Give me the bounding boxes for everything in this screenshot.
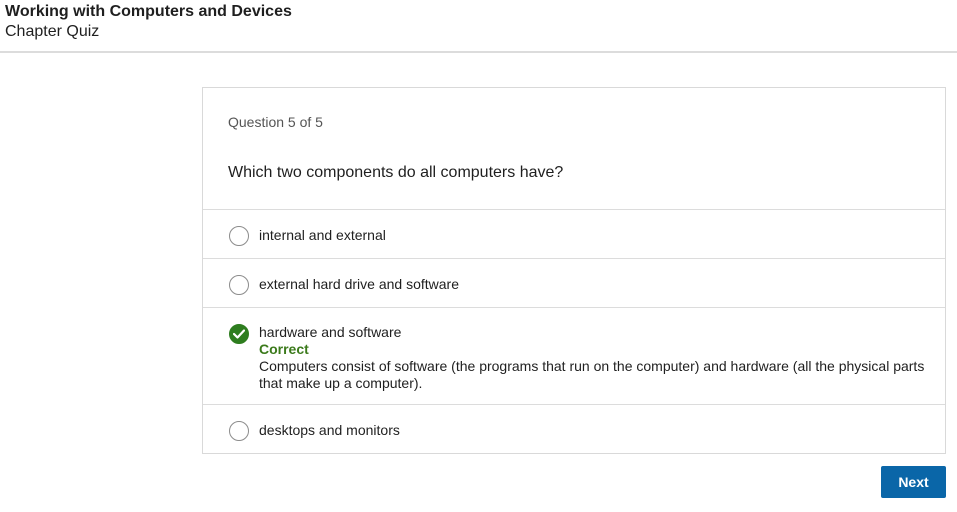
answer-option-1[interactable]: internal and external xyxy=(203,209,945,258)
page-header: Working with Computers and Devices Chapt… xyxy=(0,0,957,53)
course-title: Working with Computers and Devices xyxy=(5,3,292,20)
quiz-title: Chapter Quiz xyxy=(5,23,100,40)
question-text: Which two components do all computers ha… xyxy=(228,164,564,181)
answer-option-4[interactable]: desktops and monitors xyxy=(203,404,945,453)
radio-button[interactable] xyxy=(229,275,249,295)
correct-check-icon[interactable] xyxy=(229,324,249,344)
answer-option-label: external hard drive and software xyxy=(259,276,459,292)
radio-button[interactable] xyxy=(229,226,249,246)
question-counter: Question 5 of 5 xyxy=(228,114,323,130)
answer-option-label: internal and external xyxy=(259,227,386,243)
answer-option-2[interactable]: external hard drive and software xyxy=(203,258,945,307)
feedback-explanation: Computers consist of software (the progr… xyxy=(259,358,925,391)
next-button[interactable]: Next xyxy=(881,466,946,498)
answer-option-label: hardware and software xyxy=(259,324,402,340)
answer-option-label: desktops and monitors xyxy=(259,422,400,438)
quiz-card: Question 5 of 5 Which two components do … xyxy=(202,87,946,454)
answer-option-3[interactable]: hardware and software Correct Computers … xyxy=(203,307,945,404)
radio-button[interactable] xyxy=(229,421,249,441)
feedback-status: Correct xyxy=(259,341,309,357)
